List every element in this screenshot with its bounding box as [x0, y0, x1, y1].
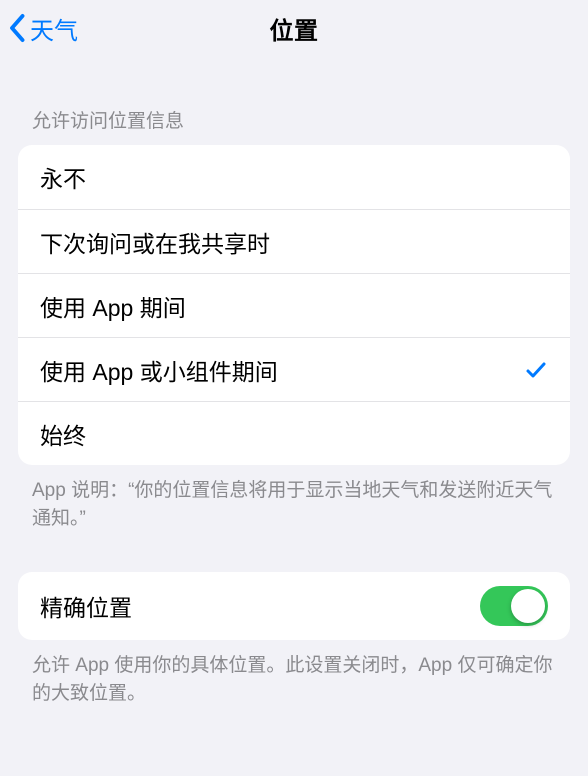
precise-location-group: 精确位置 — [18, 572, 570, 640]
section-footer-precise: 允许 App 使用你的具体位置。此设置关闭时，App 仅可确定你的大致位置。 — [0, 640, 588, 707]
precise-location-label: 精确位置 — [40, 589, 132, 623]
access-options-group: 永不 下次询问或在我共享时 使用 App 期间 使用 App 或小组件期间 始终 — [18, 145, 570, 465]
option-label: 使用 App 或小组件期间 — [40, 353, 278, 387]
nav-bar: 天气 位置 — [0, 0, 588, 56]
precise-location-toggle[interactable] — [480, 586, 548, 626]
toggle-knob — [511, 589, 545, 623]
precise-location-row[interactable]: 精确位置 — [18, 572, 570, 640]
option-label: 下次询问或在我共享时 — [40, 225, 270, 259]
chevron-left-icon — [8, 13, 28, 43]
option-label: 永不 — [40, 160, 86, 194]
section-header-access: 允许访问位置信息 — [0, 56, 588, 145]
section-footer-access: App 说明：“你的位置信息将用于显示当地天气和发送附近天气通知。” — [0, 465, 588, 532]
back-button[interactable]: 天气 — [8, 0, 78, 56]
checkmark-icon — [524, 358, 548, 382]
option-never[interactable]: 永不 — [18, 145, 570, 209]
option-ask-next-time[interactable]: 下次询问或在我共享时 — [18, 209, 570, 273]
option-label: 使用 App 期间 — [40, 289, 186, 323]
option-always[interactable]: 始终 — [18, 401, 570, 465]
back-label: 天气 — [30, 11, 78, 46]
option-label: 始终 — [40, 417, 86, 451]
option-while-using-app-or-widgets[interactable]: 使用 App 或小组件期间 — [18, 337, 570, 401]
option-while-using-app[interactable]: 使用 App 期间 — [18, 273, 570, 337]
page-title: 位置 — [270, 11, 319, 46]
